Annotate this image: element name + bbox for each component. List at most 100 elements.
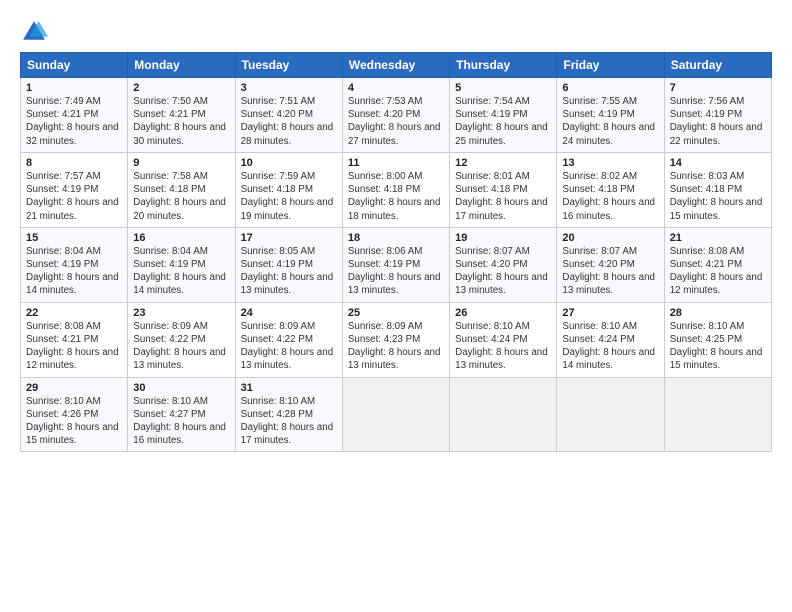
day-number: 30: [133, 382, 229, 394]
day-number: 23: [133, 307, 229, 319]
calendar-cell: 28 Sunrise: 8:10 AMSunset: 4:25 PMDaylig…: [664, 302, 771, 377]
day-number: 1: [26, 82, 122, 94]
day-number: 31: [241, 382, 337, 394]
day-number: 27: [562, 307, 658, 319]
day-detail: Sunrise: 8:10 AMSunset: 4:26 PMDaylight:…: [26, 395, 122, 448]
day-detail: Sunrise: 8:07 AMSunset: 4:20 PMDaylight:…: [455, 245, 551, 298]
day-detail: Sunrise: 7:49 AMSunset: 4:21 PMDaylight:…: [26, 95, 122, 148]
day-detail: Sunrise: 8:09 AMSunset: 4:22 PMDaylight:…: [133, 320, 229, 373]
calendar-cell: 18 Sunrise: 8:06 AMSunset: 4:19 PMDaylig…: [342, 227, 449, 302]
calendar: SundayMondayTuesdayWednesdayThursdayFrid…: [20, 52, 772, 452]
calendar-day-header: Thursday: [450, 53, 557, 78]
day-number: 15: [26, 232, 122, 244]
day-number: 13: [562, 157, 658, 169]
calendar-cell: [342, 377, 449, 452]
day-number: 14: [670, 157, 766, 169]
day-detail: Sunrise: 7:57 AMSunset: 4:19 PMDaylight:…: [26, 170, 122, 223]
calendar-day-header: Friday: [557, 53, 664, 78]
day-detail: Sunrise: 8:10 AMSunset: 4:28 PMDaylight:…: [241, 395, 337, 448]
calendar-cell: 13 Sunrise: 8:02 AMSunset: 4:18 PMDaylig…: [557, 152, 664, 227]
day-number: 3: [241, 82, 337, 94]
calendar-cell: 25 Sunrise: 8:09 AMSunset: 4:23 PMDaylig…: [342, 302, 449, 377]
logo-icon: [20, 18, 48, 46]
day-number: 24: [241, 307, 337, 319]
calendar-cell: 11 Sunrise: 8:00 AMSunset: 4:18 PMDaylig…: [342, 152, 449, 227]
day-number: 25: [348, 307, 444, 319]
calendar-cell: 14 Sunrise: 8:03 AMSunset: 4:18 PMDaylig…: [664, 152, 771, 227]
day-number: 21: [670, 232, 766, 244]
day-detail: Sunrise: 8:04 AMSunset: 4:19 PMDaylight:…: [133, 245, 229, 298]
day-number: 8: [26, 157, 122, 169]
calendar-cell: 2 Sunrise: 7:50 AMSunset: 4:21 PMDayligh…: [128, 78, 235, 153]
day-number: 2: [133, 82, 229, 94]
calendar-cell: 8 Sunrise: 7:57 AMSunset: 4:19 PMDayligh…: [21, 152, 128, 227]
calendar-week-row: 22 Sunrise: 8:08 AMSunset: 4:21 PMDaylig…: [21, 302, 772, 377]
calendar-cell: 24 Sunrise: 8:09 AMSunset: 4:22 PMDaylig…: [235, 302, 342, 377]
calendar-cell: 12 Sunrise: 8:01 AMSunset: 4:18 PMDaylig…: [450, 152, 557, 227]
day-detail: Sunrise: 7:50 AMSunset: 4:21 PMDaylight:…: [133, 95, 229, 148]
day-number: 29: [26, 382, 122, 394]
day-detail: Sunrise: 8:09 AMSunset: 4:23 PMDaylight:…: [348, 320, 444, 373]
calendar-cell: [664, 377, 771, 452]
calendar-cell: [450, 377, 557, 452]
day-number: 28: [670, 307, 766, 319]
day-number: 11: [348, 157, 444, 169]
day-detail: Sunrise: 8:00 AMSunset: 4:18 PMDaylight:…: [348, 170, 444, 223]
day-detail: Sunrise: 8:05 AMSunset: 4:19 PMDaylight:…: [241, 245, 337, 298]
day-detail: Sunrise: 8:06 AMSunset: 4:19 PMDaylight:…: [348, 245, 444, 298]
day-number: 9: [133, 157, 229, 169]
day-detail: Sunrise: 8:09 AMSunset: 4:22 PMDaylight:…: [241, 320, 337, 373]
calendar-header-row: SundayMondayTuesdayWednesdayThursdayFrid…: [21, 53, 772, 78]
calendar-cell: 21 Sunrise: 8:08 AMSunset: 4:21 PMDaylig…: [664, 227, 771, 302]
day-number: 20: [562, 232, 658, 244]
day-number: 18: [348, 232, 444, 244]
day-detail: Sunrise: 8:10 AMSunset: 4:25 PMDaylight:…: [670, 320, 766, 373]
calendar-cell: 29 Sunrise: 8:10 AMSunset: 4:26 PMDaylig…: [21, 377, 128, 452]
calendar-cell: 5 Sunrise: 7:54 AMSunset: 4:19 PMDayligh…: [450, 78, 557, 153]
calendar-day-header: Sunday: [21, 53, 128, 78]
calendar-cell: 10 Sunrise: 7:59 AMSunset: 4:18 PMDaylig…: [235, 152, 342, 227]
day-detail: Sunrise: 7:54 AMSunset: 4:19 PMDaylight:…: [455, 95, 551, 148]
day-number: 12: [455, 157, 551, 169]
day-detail: Sunrise: 7:56 AMSunset: 4:19 PMDaylight:…: [670, 95, 766, 148]
day-detail: Sunrise: 8:10 AMSunset: 4:24 PMDaylight:…: [562, 320, 658, 373]
calendar-cell: 6 Sunrise: 7:55 AMSunset: 4:19 PMDayligh…: [557, 78, 664, 153]
calendar-day-header: Saturday: [664, 53, 771, 78]
day-detail: Sunrise: 8:02 AMSunset: 4:18 PMDaylight:…: [562, 170, 658, 223]
calendar-cell: 16 Sunrise: 8:04 AMSunset: 4:19 PMDaylig…: [128, 227, 235, 302]
logo: [20, 18, 52, 46]
day-number: 17: [241, 232, 337, 244]
day-detail: Sunrise: 8:07 AMSunset: 4:20 PMDaylight:…: [562, 245, 658, 298]
day-detail: Sunrise: 7:51 AMSunset: 4:20 PMDaylight:…: [241, 95, 337, 148]
day-number: 16: [133, 232, 229, 244]
calendar-cell: [557, 377, 664, 452]
day-detail: Sunrise: 8:01 AMSunset: 4:18 PMDaylight:…: [455, 170, 551, 223]
calendar-cell: 15 Sunrise: 8:04 AMSunset: 4:19 PMDaylig…: [21, 227, 128, 302]
day-number: 7: [670, 82, 766, 94]
day-detail: Sunrise: 7:53 AMSunset: 4:20 PMDaylight:…: [348, 95, 444, 148]
calendar-cell: 23 Sunrise: 8:09 AMSunset: 4:22 PMDaylig…: [128, 302, 235, 377]
calendar-cell: 4 Sunrise: 7:53 AMSunset: 4:20 PMDayligh…: [342, 78, 449, 153]
calendar-cell: 1 Sunrise: 7:49 AMSunset: 4:21 PMDayligh…: [21, 78, 128, 153]
calendar-week-row: 29 Sunrise: 8:10 AMSunset: 4:26 PMDaylig…: [21, 377, 772, 452]
calendar-week-row: 1 Sunrise: 7:49 AMSunset: 4:21 PMDayligh…: [21, 78, 772, 153]
day-number: 26: [455, 307, 551, 319]
day-number: 22: [26, 307, 122, 319]
day-detail: Sunrise: 8:08 AMSunset: 4:21 PMDaylight:…: [26, 320, 122, 373]
calendar-week-row: 15 Sunrise: 8:04 AMSunset: 4:19 PMDaylig…: [21, 227, 772, 302]
calendar-cell: 27 Sunrise: 8:10 AMSunset: 4:24 PMDaylig…: [557, 302, 664, 377]
calendar-cell: 31 Sunrise: 8:10 AMSunset: 4:28 PMDaylig…: [235, 377, 342, 452]
day-number: 4: [348, 82, 444, 94]
day-detail: Sunrise: 7:58 AMSunset: 4:18 PMDaylight:…: [133, 170, 229, 223]
calendar-cell: 26 Sunrise: 8:10 AMSunset: 4:24 PMDaylig…: [450, 302, 557, 377]
day-detail: Sunrise: 8:08 AMSunset: 4:21 PMDaylight:…: [670, 245, 766, 298]
day-number: 6: [562, 82, 658, 94]
calendar-cell: 20 Sunrise: 8:07 AMSunset: 4:20 PMDaylig…: [557, 227, 664, 302]
calendar-cell: 19 Sunrise: 8:07 AMSunset: 4:20 PMDaylig…: [450, 227, 557, 302]
calendar-week-row: 8 Sunrise: 7:57 AMSunset: 4:19 PMDayligh…: [21, 152, 772, 227]
calendar-cell: 3 Sunrise: 7:51 AMSunset: 4:20 PMDayligh…: [235, 78, 342, 153]
calendar-cell: 22 Sunrise: 8:08 AMSunset: 4:21 PMDaylig…: [21, 302, 128, 377]
day-detail: Sunrise: 7:55 AMSunset: 4:19 PMDaylight:…: [562, 95, 658, 148]
calendar-day-header: Monday: [128, 53, 235, 78]
day-detail: Sunrise: 8:03 AMSunset: 4:18 PMDaylight:…: [670, 170, 766, 223]
